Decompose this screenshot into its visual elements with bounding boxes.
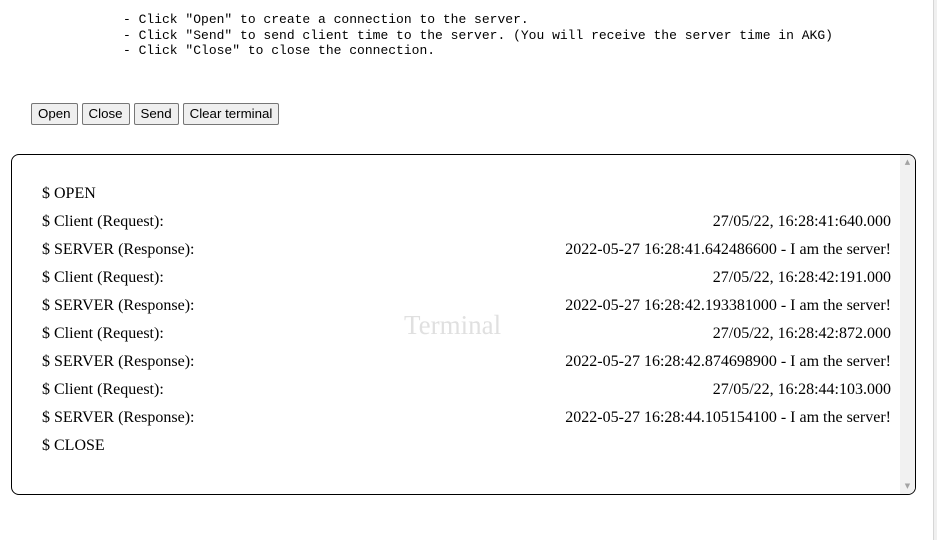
terminal-line-label: $ OPEN — [42, 185, 96, 202]
terminal-line: $ SERVER (Response): 2022-05-27 16:28:44… — [42, 404, 891, 432]
terminal-line-label: $ CLOSE — [42, 437, 105, 454]
terminal-line-value: 27/05/22, 16:28:44:103.000 — [712, 381, 891, 398]
open-button[interactable]: Open — [31, 103, 78, 125]
terminal-line-label: $ SERVER (Response): — [42, 297, 195, 314]
terminal-line-value: 2022-05-27 16:28:42.193381000 - I am the… — [565, 297, 891, 314]
instruction-open: - Click "Open" to create a connection to… — [123, 12, 529, 27]
toolbar: Open Close Send Clear terminal — [31, 103, 280, 125]
terminal-line-label: $ Client (Request): — [42, 381, 164, 398]
terminal-line-value: 2022-05-27 16:28:42.874698900 - I am the… — [565, 353, 891, 370]
scroll-down-arrow-icon[interactable]: ▼ — [900, 479, 915, 494]
terminal-line: $ Client (Request): 27/05/22, 16:28:42:8… — [42, 320, 891, 348]
send-button[interactable]: Send — [133, 103, 179, 125]
terminal-line-label: $ SERVER (Response): — [42, 241, 195, 258]
instructions: - Click "Open" to create a connection to… — [123, 12, 833, 59]
instruction-send: - Click "Send" to send client time to th… — [123, 27, 833, 43]
terminal-line-value: 27/05/22, 16:28:42:872.000 — [712, 325, 891, 342]
terminal-line-value: 27/05/22, 16:28:41:640.000 — [712, 213, 891, 230]
scroll-up-arrow-icon[interactable]: ▲ — [900, 155, 915, 170]
terminal-line-label: $ SERVER (Response): — [42, 409, 195, 426]
close-button[interactable]: Close — [81, 103, 130, 125]
terminal-line: $ SERVER (Response): 2022-05-27 16:28:41… — [42, 236, 891, 264]
terminal-line-label: $ Client (Request): — [42, 269, 164, 286]
terminal-line: $ CLOSE — [42, 432, 891, 460]
terminal-line: $ Client (Request): 27/05/22, 16:28:42:1… — [42, 264, 891, 292]
terminal-line: $ Client (Request): 27/05/22, 16:28:41:6… — [42, 208, 891, 236]
terminal-line-label: $ Client (Request): — [42, 213, 164, 230]
terminal-line: $ SERVER (Response): 2022-05-27 16:28:42… — [42, 292, 891, 320]
instruction-close: - Click "Close" to close the connection. — [123, 43, 436, 58]
terminal-panel[interactable]: Terminal $ OPEN $ Client (Request): 27/0… — [11, 154, 916, 495]
terminal-line-value: 2022-05-27 16:28:41.642486600 - I am the… — [565, 241, 891, 258]
terminal-line: $ Client (Request): 27/05/22, 16:28:44:1… — [42, 376, 891, 404]
terminal-line: $ SERVER (Response): 2022-05-27 16:28:42… — [42, 348, 891, 376]
clear-terminal-button[interactable]: Clear terminal — [182, 103, 280, 125]
terminal-scrollbar[interactable]: ▲ ▼ — [900, 155, 915, 494]
terminal-log: $ OPEN $ Client (Request): 27/05/22, 16:… — [42, 180, 891, 460]
terminal-line-label: $ SERVER (Response): — [42, 353, 195, 370]
terminal-line-value: 27/05/22, 16:28:42:191.000 — [712, 269, 891, 286]
terminal-line-label: $ Client (Request): — [42, 325, 164, 342]
page-scrollbar[interactable] — [933, 0, 937, 540]
terminal-line-value: 2022-05-27 16:28:44.105154100 - I am the… — [565, 409, 891, 426]
terminal-line: $ OPEN — [42, 180, 891, 208]
